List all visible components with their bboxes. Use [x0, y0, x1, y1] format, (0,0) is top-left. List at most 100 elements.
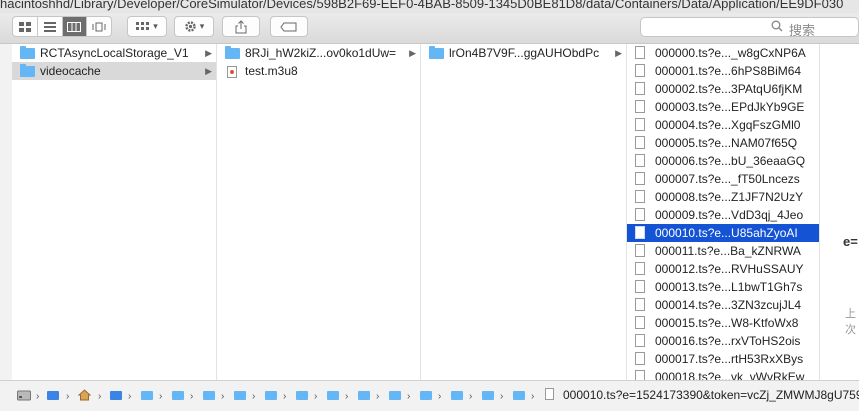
- column-4-list: 000000.ts?e..._w8gCxNP6A 000001.ts?e...6h…: [627, 44, 819, 380]
- folder-icon[interactable]: [482, 391, 494, 400]
- path-separator-chevron: ›: [252, 391, 256, 402]
- column-1-list: RCTAsyncLocalStorage_V1 ▶ videocache ▶: [12, 44, 216, 80]
- folder-icon[interactable]: [296, 391, 308, 400]
- edit-tags-button[interactable]: [270, 16, 308, 37]
- arrange-menu-button[interactable]: ▾: [127, 16, 167, 37]
- file-row[interactable]: 000001.ts?e...6hPS8BiM64: [627, 62, 819, 80]
- folder-icon: [225, 46, 240, 59]
- column-3[interactable]: lrOn4B7V9F...ggAUHObdPc ▶: [421, 44, 627, 380]
- file-row[interactable]: 000009.ts?e...VdD3qj_4Jeo: [627, 206, 819, 224]
- path-separator-chevron: ›: [221, 391, 225, 402]
- item-name: 000016.ts?e...rxVToHS2ois: [655, 334, 801, 348]
- list-item[interactable]: videocache ▶: [12, 62, 216, 80]
- item-name: 000009.ts?e...VdD3qj_4Jeo: [655, 208, 804, 222]
- hard-drive-icon[interactable]: [17, 390, 31, 404]
- file-row[interactable]: 000002.ts?e...3PAtqU6fjKM: [627, 80, 819, 98]
- path-separator-chevron: ›: [128, 391, 132, 402]
- file-row[interactable]: 000014.ts?e...3ZN3zcujJL4: [627, 296, 819, 314]
- file-row[interactable]: 000010.ts?e...U85ahZyoAI: [627, 224, 819, 242]
- home-icon[interactable]: [77, 389, 92, 404]
- arrange-grid-icon: [136, 21, 150, 30]
- file-icon: [635, 334, 645, 347]
- preview-label-fragment: 上次: [845, 308, 856, 336]
- file-row[interactable]: 000012.ts?e...RVHuSSAUY: [627, 260, 819, 278]
- cover-flow-view-button[interactable]: [87, 17, 111, 36]
- item-name: 000003.ts?e...EPdJkYb9GE: [655, 100, 805, 114]
- file-row[interactable]: 000005.ts?e...NAM07f65Q: [627, 134, 819, 152]
- list-view-button[interactable]: [38, 17, 63, 36]
- column-2[interactable]: 8RJi_hW2kiZ...ov0ko1dUw= ▶ test.m3u8: [217, 44, 421, 380]
- action-menu-button[interactable]: ▾: [174, 16, 214, 37]
- item-name: lrOn4B7V9F...ggAUHObdPc: [449, 46, 600, 60]
- file-icon: [635, 262, 645, 275]
- list-item[interactable]: test.m3u8: [217, 62, 420, 80]
- folder-icon[interactable]: [358, 391, 370, 400]
- folder-icon[interactable]: [513, 391, 525, 400]
- chevron-down-icon: ▾: [153, 21, 158, 31]
- path-separator-chevron: ›: [314, 391, 318, 402]
- folder-icon[interactable]: [203, 391, 215, 400]
- file-row[interactable]: 000003.ts?e...EPdJkYb9GE: [627, 98, 819, 116]
- finder-toolbar: ▾ ▾ 搜索: [0, 13, 859, 44]
- file-icon: [635, 352, 645, 365]
- list-item[interactable]: RCTAsyncLocalStorage_V1 ▶: [12, 44, 216, 62]
- folder-icon[interactable]: [172, 391, 184, 400]
- item-name: videocache: [40, 64, 101, 78]
- file-icon: [635, 280, 645, 293]
- file-icon: [635, 46, 645, 59]
- folder-icon[interactable]: [451, 391, 463, 400]
- item-name: 000015.ts?e...W8-KtfoWx8: [655, 316, 799, 330]
- column-4[interactable]: 000000.ts?e..._w8gCxNP6A 000001.ts?e...6h…: [627, 44, 820, 380]
- icon-view-button[interactable]: [13, 17, 38, 36]
- view-mode-segmented-control[interactable]: [12, 16, 112, 37]
- item-name: 8RJi_hW2kiZ...ov0ko1dUw=: [245, 46, 397, 60]
- path-bar: › › › › › › › › › › › › › › › › › 000010…: [0, 380, 859, 411]
- file-row[interactable]: 000015.ts?e...W8-KtfoWx8: [627, 314, 819, 332]
- path-separator-chevron: ›: [345, 391, 349, 402]
- folder-icon[interactable]: [327, 391, 339, 400]
- share-button[interactable]: [222, 16, 260, 37]
- path-bar-selected-file[interactable]: 000010.ts?e=1524173390&token=vcZj_ZMWMJ8…: [563, 388, 859, 402]
- folder-icon[interactable]: [389, 391, 401, 400]
- column-view-icon: [67, 21, 82, 32]
- folder-icon[interactable]: [420, 391, 432, 400]
- user-folder-icon[interactable]: [47, 391, 59, 400]
- library-folder-icon[interactable]: [110, 391, 122, 400]
- preview-filename-fragment: e=: [843, 234, 858, 249]
- file-row[interactable]: 000011.ts?e...Ba_kZNRWA: [627, 242, 819, 260]
- item-name: 000011.ts?e...Ba_kZNRWA: [655, 244, 801, 258]
- playlist-file-icon: [227, 66, 237, 78]
- path-separator-chevron: ›: [469, 391, 473, 402]
- tag-icon: [280, 22, 297, 31]
- file-row[interactable]: 000018.ts?e...vk_vWvRkEw: [627, 368, 819, 380]
- list-item[interactable]: lrOn4B7V9F...ggAUHObdPc ▶: [421, 44, 626, 62]
- list-item[interactable]: 8RJi_hW2kiZ...ov0ko1dUw= ▶: [217, 44, 420, 62]
- item-name: 000010.ts?e...U85ahZyoAI: [655, 226, 798, 240]
- file-row[interactable]: 000008.ts?e...Z1JF7N2UzY: [627, 188, 819, 206]
- search-icon: [771, 20, 783, 35]
- share-icon: [235, 19, 247, 33]
- item-name: 000007.ts?e..._fT50Lncezs: [655, 172, 800, 186]
- path-separator-chevron: ›: [438, 391, 442, 402]
- item-name: 000005.ts?e...NAM07f65Q: [655, 136, 798, 150]
- search-field[interactable]: 搜索: [640, 17, 859, 38]
- gear-icon: [185, 21, 196, 32]
- file-icon: [635, 244, 645, 257]
- folder-icon[interactable]: [234, 391, 246, 400]
- path-separator-chevron: ›: [98, 391, 102, 402]
- file-row[interactable]: 000004.ts?e...XgqFszGMl0: [627, 116, 819, 134]
- folder-icon[interactable]: [141, 391, 153, 400]
- column-view-button[interactable]: [62, 17, 88, 36]
- file-row[interactable]: 000016.ts?e...rxVToHS2ois: [627, 332, 819, 350]
- file-row[interactable]: 000007.ts?e..._fT50Lncezs: [627, 170, 819, 188]
- file-row[interactable]: 000000.ts?e..._w8gCxNP6A: [627, 44, 819, 62]
- file-icon: [635, 370, 645, 380]
- column-1[interactable]: RCTAsyncLocalStorage_V1 ▶ videocache ▶: [12, 44, 217, 380]
- file-row[interactable]: 000006.ts?e...bU_36eaaGQ: [627, 152, 819, 170]
- file-row[interactable]: 000013.ts?e...L1bwT1Gh7s: [627, 278, 819, 296]
- file-icon[interactable]: [545, 388, 554, 400]
- item-name: 000008.ts?e...Z1JF7N2UzY: [655, 190, 804, 204]
- path-separator-chevron: ›: [66, 391, 70, 402]
- file-row[interactable]: 000017.ts?e...rtH53RxXBys: [627, 350, 819, 368]
- folder-icon[interactable]: [265, 391, 277, 400]
